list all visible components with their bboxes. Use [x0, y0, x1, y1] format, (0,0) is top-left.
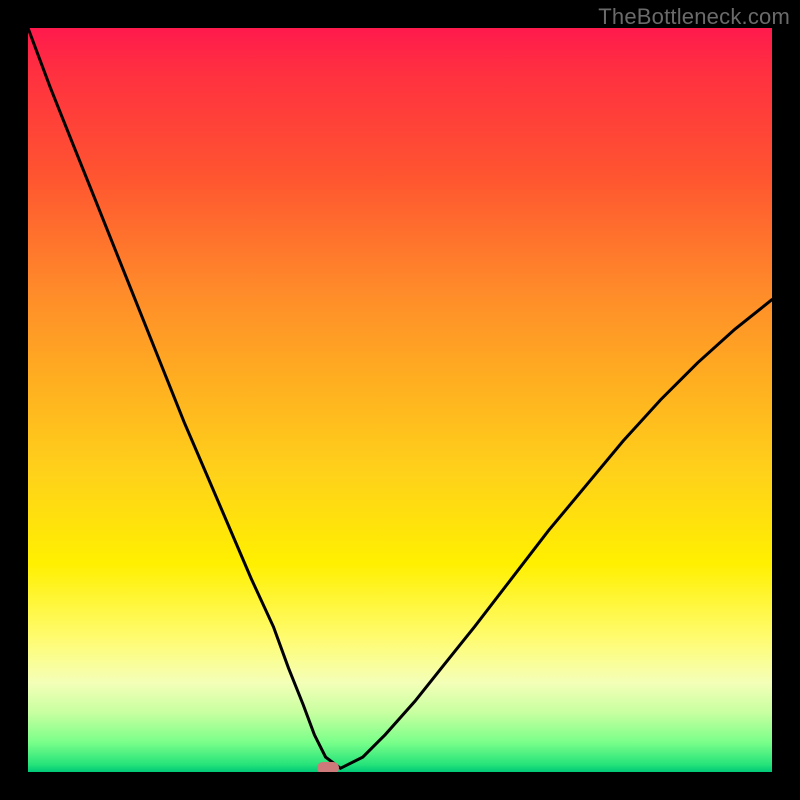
watermark-text: TheBottleneck.com	[598, 4, 790, 30]
bottleneck-curve	[28, 28, 772, 768]
curve-svg	[28, 28, 772, 772]
chart-frame: TheBottleneck.com	[0, 0, 800, 800]
minimum-marker	[317, 762, 339, 772]
plot-area	[28, 28, 772, 772]
